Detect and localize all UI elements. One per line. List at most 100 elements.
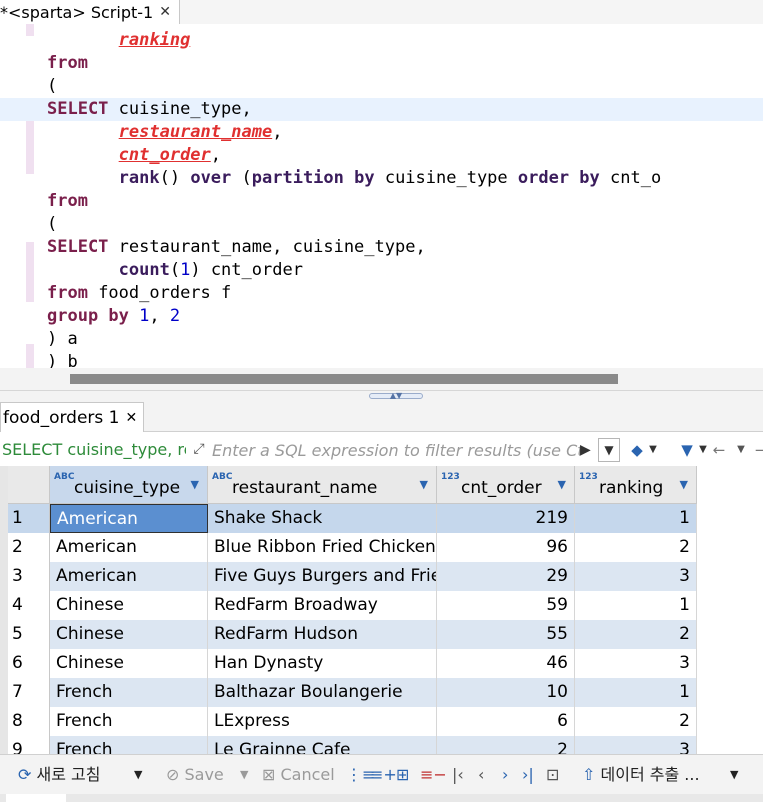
table-cell-cnt-order[interactable]: 59 xyxy=(437,591,575,620)
table-cell-ranking[interactable]: 1 xyxy=(575,591,697,620)
table-cell-restaurant-name[interactable]: Balthazar Boulangerie xyxy=(208,678,437,707)
save-button[interactable]: ⊘ Save xyxy=(166,763,224,787)
copy-row-icon[interactable]: ⊞ xyxy=(396,763,409,787)
forward-arrow-icon[interactable]: → xyxy=(752,438,763,462)
column-header-cuisine-type[interactable]: ABC cuisine_type ▼ xyxy=(50,466,208,504)
results-tab-food-orders[interactable]: food_orders 1 ✕ xyxy=(0,402,145,432)
table-cell-cuisine-type[interactable]: American xyxy=(50,504,208,533)
close-icon[interactable]: ✕ xyxy=(126,410,138,426)
table-cell-cuisine-type[interactable]: Chinese xyxy=(50,591,208,620)
table-cell-cnt-order[interactable]: 2 xyxy=(437,736,575,754)
close-icon[interactable]: ✕ xyxy=(159,4,171,20)
table-cell-cuisine-type[interactable]: French xyxy=(50,707,208,736)
next-page-icon[interactable]: › xyxy=(502,763,508,787)
table-cell-ranking[interactable]: 1 xyxy=(575,678,697,707)
code-line[interactable]: ( xyxy=(47,213,763,236)
back-arrow-icon[interactable]: ← xyxy=(710,438,728,462)
table-cell-cuisine-type[interactable]: American xyxy=(50,562,208,591)
scrollbar-thumb[interactable] xyxy=(70,374,618,384)
sort-arrow-icon[interactable]: ▼ xyxy=(420,478,428,491)
code-line[interactable]: ) a xyxy=(47,328,763,351)
table-cell-cnt-order[interactable]: 46 xyxy=(437,649,575,678)
export-options-icon[interactable]: ▼ xyxy=(730,763,738,787)
column-header-cnt-order[interactable]: 123 cnt_order ▼ xyxy=(437,466,575,504)
row-number[interactable]: 3 xyxy=(8,562,50,591)
editor-horizontal-scrollbar[interactable] xyxy=(0,368,763,390)
code-line[interactable]: count(1) cnt_order xyxy=(47,259,763,282)
code-line[interactable]: ) b xyxy=(47,351,763,368)
row-number[interactable]: 2 xyxy=(8,533,50,562)
table-cell-cnt-order[interactable]: 219 xyxy=(437,504,575,533)
results-grid[interactable]: ABC cuisine_type ▼ ABC restaurant_name ▼ 123 cn… xyxy=(0,466,763,754)
last-page-icon[interactable]: ›| xyxy=(522,763,534,787)
code-line[interactable]: ranking xyxy=(47,29,763,52)
row-number[interactable]: 6 xyxy=(8,649,50,678)
code-line[interactable]: ( xyxy=(47,75,763,98)
row-number[interactable]: 8 xyxy=(8,707,50,736)
panel-splitter[interactable]: ▲▼ xyxy=(0,390,763,402)
table-cell-ranking[interactable]: 3 xyxy=(575,649,697,678)
code-line[interactable]: group by 1, 2 xyxy=(47,305,763,328)
code-line[interactable]: SELECT cuisine_type, xyxy=(0,98,763,121)
table-cell-restaurant-name[interactable]: Han Dynasty xyxy=(208,649,437,678)
table-cell-restaurant-name[interactable]: Le Grainne Cafe xyxy=(208,736,437,754)
code-text[interactable]: ranking from(SELECT cuisine_type, restaur… xyxy=(0,29,763,368)
code-line[interactable]: cnt_order, xyxy=(47,144,763,167)
editor-tab-script-1[interactable]: *<sparta> Script-1 ✕ xyxy=(0,0,180,24)
delete-row-icon[interactable]: ≡− xyxy=(420,763,447,787)
table-cell-ranking[interactable]: 2 xyxy=(575,533,697,562)
table-cell-restaurant-name[interactable]: RedFarm Hudson xyxy=(208,620,437,649)
code-line[interactable]: from xyxy=(47,52,763,75)
table-cell-restaurant-name[interactable]: RedFarm Broadway xyxy=(208,591,437,620)
table-cell-cnt-order[interactable]: 55 xyxy=(437,620,575,649)
table-cell-cnt-order[interactable]: 10 xyxy=(437,678,575,707)
table-cell-ranking[interactable]: 1 xyxy=(575,504,697,533)
save-options-icon[interactable]: ▼ xyxy=(240,763,248,787)
table-cell-cuisine-type[interactable]: French xyxy=(50,678,208,707)
fetch-all-icon[interactable]: ⊡ xyxy=(546,763,559,787)
row-number[interactable]: 7 xyxy=(8,678,50,707)
code-line[interactable]: from food_orders f xyxy=(47,282,763,305)
table-cell-ranking[interactable]: 2 xyxy=(575,707,697,736)
table-cell-ranking[interactable]: 3 xyxy=(575,736,697,754)
table-cell-ranking[interactable]: 3 xyxy=(575,562,697,591)
expand-icon[interactable]: ⤢ xyxy=(188,437,210,461)
row-number[interactable]: 9 xyxy=(8,736,50,754)
table-cell-restaurant-name[interactable]: Five Guys Burgers and Fries xyxy=(208,562,437,591)
refresh-button[interactable]: ⟳ 새로 고침 xyxy=(18,763,100,787)
cancel-button[interactable]: ⊠ Cancel xyxy=(262,763,335,787)
table-cell-cnt-order[interactable]: 6 xyxy=(437,707,575,736)
table-cell-restaurant-name[interactable]: LExpress xyxy=(208,707,437,736)
column-header-restaurant-name[interactable]: ABC restaurant_name ▼ xyxy=(208,466,437,504)
table-cell-restaurant-name[interactable]: Shake Shack xyxy=(208,504,437,533)
code-line[interactable]: rank() over (partition by cuisine_type o… xyxy=(47,167,763,190)
filter-history-dropdown-icon[interactable]: ▼ xyxy=(598,438,620,462)
refresh-options-icon[interactable]: ▼ xyxy=(134,763,142,787)
row-number[interactable]: 5 xyxy=(8,620,50,649)
chevron-down-icon[interactable]: ▼ xyxy=(644,438,662,462)
table-cell-cuisine-type[interactable]: French xyxy=(50,736,208,754)
code-line[interactable]: SELECT restaurant_name, cuisine_type, xyxy=(47,236,763,259)
row-number[interactable]: 4 xyxy=(8,591,50,620)
table-cell-restaurant-name[interactable]: Blue Ribbon Fried Chicken xyxy=(208,533,437,562)
grid-corner[interactable] xyxy=(8,466,50,504)
export-data-button[interactable]: ⇧ 데이터 추출 ... xyxy=(582,763,700,787)
sort-arrow-icon[interactable]: ▼ xyxy=(558,478,566,491)
chevron-down-icon[interactable]: ▼ xyxy=(732,438,750,462)
query-preview[interactable]: SELECT cuisine_type, re xyxy=(0,438,186,462)
table-cell-cuisine-type[interactable]: Chinese xyxy=(50,620,208,649)
table-cell-cuisine-type[interactable]: Chinese xyxy=(50,649,208,678)
table-cell-cnt-order[interactable]: 29 xyxy=(437,562,575,591)
add-row-icon[interactable]: ≡+ xyxy=(370,763,397,787)
sort-arrow-icon[interactable]: ▼ xyxy=(680,478,688,491)
splitter-handle-icon[interactable]: ▲▼ xyxy=(369,392,423,400)
code-line[interactable]: from xyxy=(47,190,763,213)
table-cell-cuisine-type[interactable]: American xyxy=(50,533,208,562)
table-cell-ranking[interactable]: 2 xyxy=(575,620,697,649)
row-number[interactable]: 1 xyxy=(8,504,50,533)
previous-page-icon[interactable]: ‹ xyxy=(478,763,484,787)
sql-editor[interactable]: ranking from(SELECT cuisine_type, restaur… xyxy=(0,24,763,368)
first-page-icon[interactable]: |‹ xyxy=(452,763,464,787)
code-line[interactable]: restaurant_name, xyxy=(47,121,763,144)
sort-arrow-icon[interactable]: ▼ xyxy=(191,478,199,491)
